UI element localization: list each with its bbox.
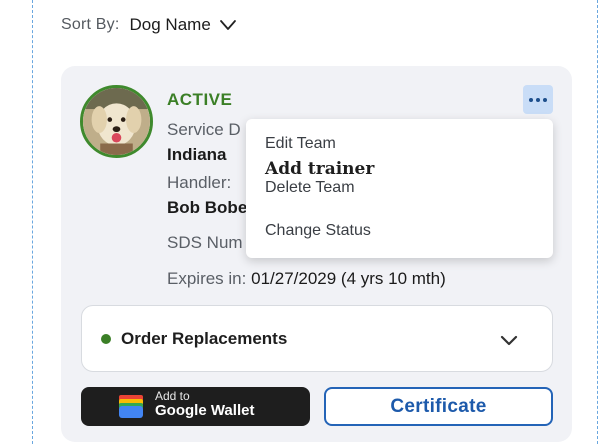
sds-number-label: SDS Num xyxy=(167,233,243,252)
more-options-button[interactable] xyxy=(523,85,553,114)
google-wallet-icon xyxy=(119,395,143,418)
dog-avatar xyxy=(80,85,153,158)
expires-label: Expires in: xyxy=(167,269,247,288)
menu-item-change-status[interactable]: Change Status xyxy=(265,222,371,240)
sort-label: Sort By: xyxy=(61,16,120,33)
menu-item-add-trainer[interactable]: Add trainer xyxy=(265,159,374,179)
chevron-down-icon[interactable] xyxy=(219,16,237,34)
certificate-label: Certificate xyxy=(390,395,487,417)
left-dashed-border xyxy=(32,0,33,444)
order-replacements-label: Order Replacements xyxy=(121,328,288,348)
team-options-menu: Edit Team Add trainer Delete Team Change… xyxy=(246,119,553,258)
service-dog-value: Indiana xyxy=(167,145,227,164)
ellipsis-icon xyxy=(529,97,533,102)
status-dot-icon xyxy=(101,333,111,344)
order-replacements-accordion[interactable]: Order Replacements xyxy=(81,305,553,372)
certificate-button[interactable]: Certificate xyxy=(324,387,553,426)
wallet-name-label: Google Wallet xyxy=(155,402,255,420)
menu-item-edit-team[interactable]: Edit Team xyxy=(265,135,336,153)
sort-value[interactable]: Dog Name xyxy=(130,15,211,35)
service-dog-label: Service D xyxy=(167,120,241,139)
sort-control[interactable]: Sort By: Dog Name xyxy=(61,12,237,38)
expires-row: Expires in: 01/27/2029 (4 yrs 10 mth) xyxy=(167,269,446,289)
chevron-down-icon[interactable] xyxy=(499,330,519,350)
dog-photo-icon xyxy=(83,88,150,155)
add-to-google-wallet-button[interactable]: Add to Google Wallet xyxy=(81,387,310,426)
status-badge: ACTIVE xyxy=(167,90,233,109)
expires-value: 01/27/2029 (4 yrs 10 mth) xyxy=(251,269,446,288)
handler-value: Bob Bobe xyxy=(167,198,248,217)
right-dashed-border xyxy=(597,0,598,444)
handler-label: Handler: xyxy=(167,173,232,192)
menu-item-delete-team[interactable]: Delete Team xyxy=(265,179,355,197)
